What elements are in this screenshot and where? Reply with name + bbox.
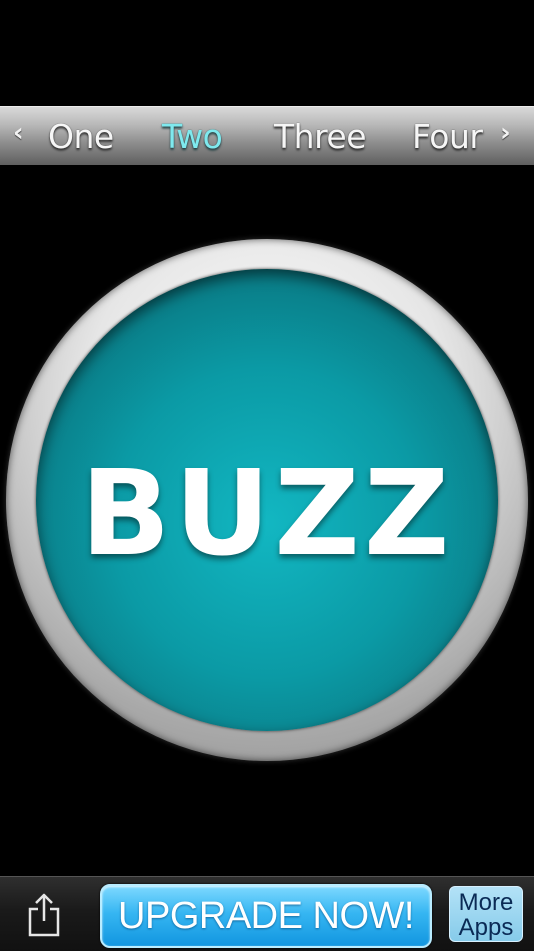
share-icon[interactable]	[24, 891, 64, 939]
tab-three[interactable]: Three	[274, 117, 367, 156]
chevron-left-icon[interactable]: ‹	[13, 118, 24, 148]
upgrade-now-button[interactable]: UPGRADE NOW!	[100, 884, 432, 948]
buzz-button-face: BUZZ	[36, 269, 498, 731]
tab-one[interactable]: One	[48, 117, 114, 156]
chevron-right-icon[interactable]: ›	[500, 118, 511, 148]
bottom-toolbar: UPGRADE NOW! More Apps	[0, 876, 534, 951]
more-apps-line1: More	[458, 889, 514, 916]
buzz-label: BUZZ	[80, 444, 454, 582]
buzz-button[interactable]: BUZZ	[6, 239, 528, 761]
more-apps-line2: Apps	[458, 914, 514, 941]
tab-four[interactable]: Four	[412, 117, 483, 156]
tab-bar: ‹ One Two Three Four ›	[0, 106, 534, 165]
tab-two[interactable]: Two	[162, 117, 223, 156]
more-apps-button[interactable]: More Apps	[449, 886, 523, 942]
